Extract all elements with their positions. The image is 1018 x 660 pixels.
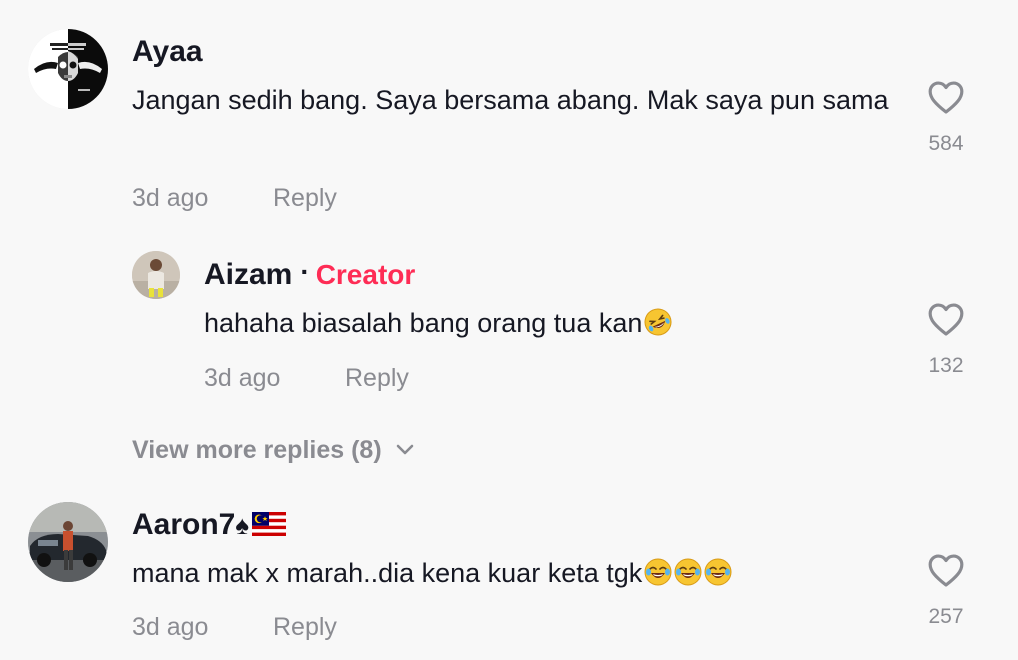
creator-badge: Creator <box>315 259 416 290</box>
reply-username-row: Aizam · Creator <box>204 256 416 293</box>
reply-button[interactable]: Reply <box>273 183 337 213</box>
face-with-tears-of-joy-emoji-icon <box>674 558 702 586</box>
avenged-sevenfold-deathbat-avatar-icon <box>28 29 108 109</box>
comment-username[interactable]: Ayaa <box>132 34 203 70</box>
separator-dot: · <box>300 256 310 287</box>
comment-text-content: mana mak x marah..dia kena kuar keta tgk <box>132 558 643 588</box>
comment-username-row: Aaron7♠ <box>132 507 287 543</box>
reply-text: hahaha biasalah bang orang tua kan <box>204 302 884 345</box>
face-with-tears-of-joy-emoji-icon <box>704 558 732 586</box>
comment-timestamp: 3d ago <box>132 613 209 641</box>
reply-username[interactable]: Aizam <box>204 258 292 291</box>
heart-icon[interactable] <box>927 552 965 588</box>
like-count: 584 <box>928 132 964 155</box>
comment-text-content: Jangan sedih bang. Saya bersama abang. M… <box>132 85 889 115</box>
reply-text-content: hahaha biasalah bang orang tua kan <box>204 308 643 338</box>
reply-button[interactable]: Reply <box>273 612 337 642</box>
like-count: 257 <box>928 605 964 628</box>
avatar[interactable] <box>132 251 180 299</box>
view-more-replies-button[interactable]: View more replies (8) <box>132 434 414 466</box>
comment-username[interactable]: Aaron7 <box>132 508 235 541</box>
heart-icon[interactable] <box>927 301 965 337</box>
reply-timestamp: 3d ago <box>204 364 281 392</box>
avatar[interactable] <box>28 29 108 109</box>
comment-timestamp: 3d ago <box>132 184 209 212</box>
avatar[interactable] <box>28 502 108 582</box>
comment-text: Jangan sedih bang. Saya bersama abang. M… <box>132 79 892 122</box>
comment-text: mana mak x marah..dia kena kuar keta tgk <box>132 552 892 595</box>
view-more-replies-label: View more replies (8) <box>132 436 382 464</box>
chevron-down-icon <box>396 444 413 455</box>
malaysia-flag-emoji-icon <box>252 512 287 536</box>
rolling-on-floor-laughing-emoji-icon <box>644 308 672 336</box>
like-count: 132 <box>928 354 964 377</box>
spade-suit-glyph: ♠ <box>235 510 250 540</box>
heart-icon[interactable] <box>927 79 965 115</box>
reply-button[interactable]: Reply <box>345 363 409 393</box>
man-with-car-photo-avatar-icon <box>28 502 108 582</box>
face-with-tears-of-joy-emoji-icon <box>644 558 672 586</box>
person-photo-avatar-icon <box>132 251 180 299</box>
